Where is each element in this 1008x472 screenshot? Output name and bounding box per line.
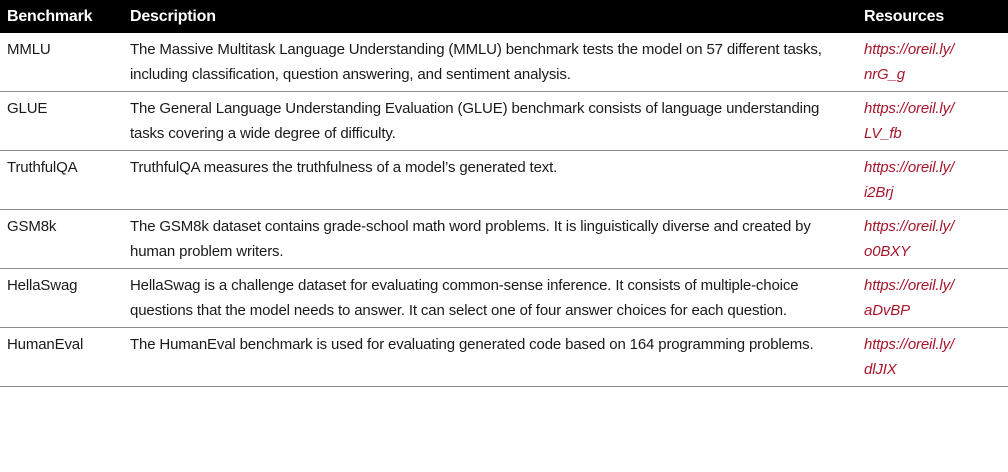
resource-link-line2: nrG_g bbox=[864, 66, 905, 83]
benchmark-description: The General Language Understanding Evalu… bbox=[118, 91, 860, 151]
resource-link-line2: i2Brj bbox=[864, 184, 894, 201]
resource-link-line1: https://oreil.ly/ bbox=[864, 336, 954, 353]
benchmark-table: Benchmark Description Resources MMLU The… bbox=[0, 0, 1008, 387]
column-header-resources: Resources bbox=[860, 0, 1008, 33]
resource-link-humaneval[interactable]: https://oreil.ly/ dlJIX bbox=[864, 332, 1002, 382]
benchmark-description: The GSM8k dataset contains grade-school … bbox=[118, 209, 860, 269]
table-header: Benchmark Description Resources bbox=[0, 0, 1008, 33]
resource-link-line1: https://oreil.ly/ bbox=[864, 277, 954, 294]
benchmark-name: MMLU bbox=[0, 33, 118, 92]
resource-link-truthfulqa[interactable]: https://oreil.ly/ i2Brj bbox=[864, 155, 1002, 205]
table-body: MMLU The Massive Multitask Language Unde… bbox=[0, 33, 1008, 387]
resource-cell: https://oreil.ly/ i2Brj bbox=[860, 150, 1008, 210]
resource-link-line1: https://oreil.ly/ bbox=[864, 100, 954, 117]
resource-link-line2: aDvBP bbox=[864, 302, 910, 319]
benchmark-name: HellaSwag bbox=[0, 268, 118, 328]
resource-cell: https://oreil.ly/ nrG_g bbox=[860, 33, 1008, 92]
resource-link-gsm8k[interactable]: https://oreil.ly/ o0BXY bbox=[864, 214, 1002, 264]
benchmark-name: GLUE bbox=[0, 91, 118, 151]
resource-link-line1: https://oreil.ly/ bbox=[864, 218, 954, 235]
table-row-hellaswag: HellaSwag HellaSwag is a challenge datas… bbox=[0, 268, 1008, 328]
resource-link-line1: https://oreil.ly/ bbox=[864, 41, 954, 58]
resource-cell: https://oreil.ly/ dlJIX bbox=[860, 327, 1008, 387]
resource-cell: https://oreil.ly/ o0BXY bbox=[860, 209, 1008, 269]
benchmark-description: HellaSwag is a challenge dataset for eva… bbox=[118, 268, 860, 328]
resource-link-mmlu[interactable]: https://oreil.ly/ nrG_g bbox=[864, 37, 1002, 87]
table-row-humaneval: HumanEval The HumanEval benchmark is use… bbox=[0, 327, 1008, 387]
benchmark-name: HumanEval bbox=[0, 327, 118, 387]
resource-cell: https://oreil.ly/ aDvBP bbox=[860, 268, 1008, 328]
resource-link-line1: https://oreil.ly/ bbox=[864, 159, 954, 176]
benchmark-description: The Massive Multitask Language Understan… bbox=[118, 33, 860, 92]
column-header-description: Description bbox=[118, 0, 860, 33]
resource-cell: https://oreil.ly/ LV_fb bbox=[860, 91, 1008, 151]
benchmark-name: GSM8k bbox=[0, 209, 118, 269]
resource-link-line2: o0BXY bbox=[864, 243, 910, 260]
resource-link-line2: dlJIX bbox=[864, 361, 897, 378]
resource-link-glue[interactable]: https://oreil.ly/ LV_fb bbox=[864, 96, 1002, 146]
benchmark-description: The HumanEval benchmark is used for eval… bbox=[118, 327, 860, 387]
table-row-truthfulqa: TruthfulQA TruthfulQA measures the truth… bbox=[0, 150, 1008, 210]
column-header-benchmark: Benchmark bbox=[0, 0, 118, 33]
table-row-mmlu: MMLU The Massive Multitask Language Unde… bbox=[0, 33, 1008, 92]
benchmark-description: TruthfulQA measures the truthfulness of … bbox=[118, 150, 860, 210]
table-row-glue: GLUE The General Language Understanding … bbox=[0, 91, 1008, 151]
benchmark-table-container: Benchmark Description Resources MMLU The… bbox=[0, 0, 1008, 472]
table-row-gsm8k: GSM8k The GSM8k dataset contains grade-s… bbox=[0, 209, 1008, 269]
benchmark-name: TruthfulQA bbox=[0, 150, 118, 210]
resource-link-line2: LV_fb bbox=[864, 125, 902, 142]
header-row: Benchmark Description Resources bbox=[0, 0, 1008, 33]
resource-link-hellaswag[interactable]: https://oreil.ly/ aDvBP bbox=[864, 273, 1002, 323]
